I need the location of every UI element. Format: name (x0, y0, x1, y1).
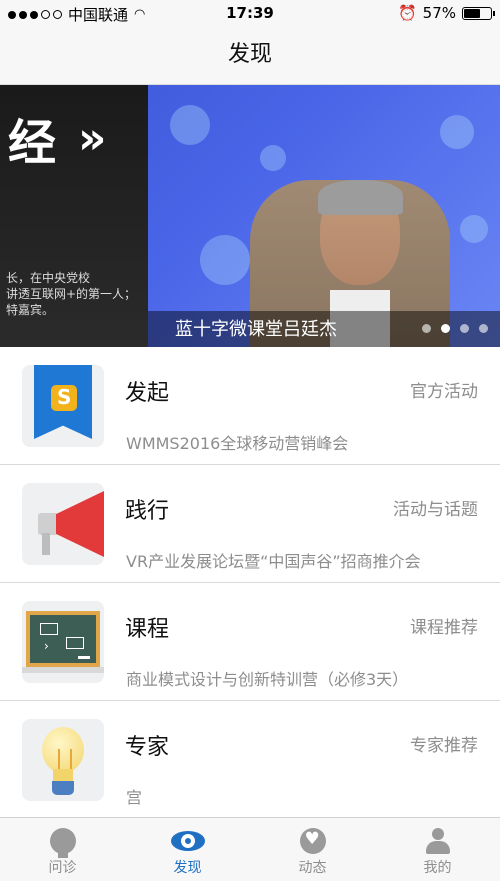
list-item-zhuanjia[interactable]: 专家 专家推荐 宫 (0, 701, 500, 819)
status-right: ⏰ 57% (397, 4, 495, 22)
item-title: 发起 (125, 381, 170, 406)
banner-caption: 蓝十字微课堂吕廷杰 (175, 319, 337, 340)
battery-icon (462, 6, 495, 20)
banner-chevron-icon: » (78, 113, 107, 164)
heart-icon (299, 828, 326, 854)
pager-dot[interactable] (422, 324, 431, 333)
megaphone-icon (22, 483, 104, 565)
item-title: 践行 (125, 499, 170, 524)
blackboard-icon: › (22, 601, 104, 683)
item-description: WMMS2016全球移动营销峰会 (126, 434, 349, 453)
tab-bar: 问诊 发现 动态 我的 (0, 817, 500, 881)
pager-dot[interactable] (460, 324, 469, 333)
tab-wenzhen[interactable]: 问诊 (0, 818, 125, 881)
item-tag: 课程推荐 (410, 618, 478, 638)
page-title: 发现 (227, 42, 272, 67)
tab-wode[interactable]: 我的 (375, 818, 500, 881)
banner-side-text: 长，在中央党校 讲透互联网+的第一人； 特嘉宾。 (6, 271, 137, 317)
eye-icon (170, 828, 205, 854)
item-description: 商业模式设计与创新特训营（必修3天） (126, 670, 409, 689)
bokeh-light (200, 235, 250, 285)
bokeh-light (260, 145, 286, 171)
bulb-icon (49, 828, 76, 858)
bokeh-light (170, 105, 210, 145)
banner-carousel[interactable]: 经 » 长，在中央党校 讲透互联网+的第一人； 特嘉宾。 蓝十字微课堂吕廷杰 (0, 85, 500, 347)
alarm-icon: ⏰ (397, 4, 417, 22)
flag-badge-icon (22, 365, 104, 447)
discover-list: 发起 官方活动 WMMS2016全球移动营销峰会 践行 活动与话题 VR产业发展… (0, 347, 500, 819)
battery-percent: 57% (422, 4, 456, 22)
tab-label: 动态 (298, 860, 327, 876)
item-description: VR产业发展论坛暨“中国声谷”招商推介会 (126, 552, 421, 571)
item-tag: 专家推荐 (410, 736, 478, 756)
list-item-jianxing[interactable]: 践行 活动与话题 VR产业发展论坛暨“中国声谷”招商推介会 (0, 465, 500, 583)
person-icon (425, 828, 451, 854)
nav-bar: 发现 (0, 26, 500, 85)
banner-pager[interactable] (422, 324, 488, 333)
speaker-hair (318, 180, 403, 215)
bokeh-light (440, 115, 474, 149)
tab-dongtai[interactable]: 动态 (250, 818, 375, 881)
item-tag: 活动与话题 (393, 500, 478, 520)
status-bar: 中国联通 ◠ 17:39 ⏰ 57% (0, 0, 500, 26)
item-tag: 官方活动 (410, 382, 478, 402)
tab-label: 问诊 (48, 860, 77, 876)
item-title: 课程 (125, 617, 170, 642)
list-item-faqi[interactable]: 发起 官方活动 WMMS2016全球移动营销峰会 (0, 347, 500, 465)
item-description: 宫 (126, 788, 143, 807)
item-title: 专家 (125, 735, 170, 760)
banner-left-panel: 经 » 长，在中央党校 讲透互联网+的第一人； 特嘉宾。 (0, 85, 148, 347)
tab-faxian[interactable]: 发现 (125, 818, 250, 881)
list-item-kecheng[interactable]: › 课程 课程推荐 商业模式设计与创新特训营（必修3天） (0, 583, 500, 701)
pager-dot[interactable] (479, 324, 488, 333)
tab-label: 发现 (173, 860, 202, 876)
pager-dot-active[interactable] (441, 324, 450, 333)
banner-headline-glyph: 经 (8, 115, 57, 171)
tab-label: 我的 (423, 860, 452, 876)
lightbulb-icon (22, 719, 104, 801)
bokeh-light (460, 215, 488, 243)
